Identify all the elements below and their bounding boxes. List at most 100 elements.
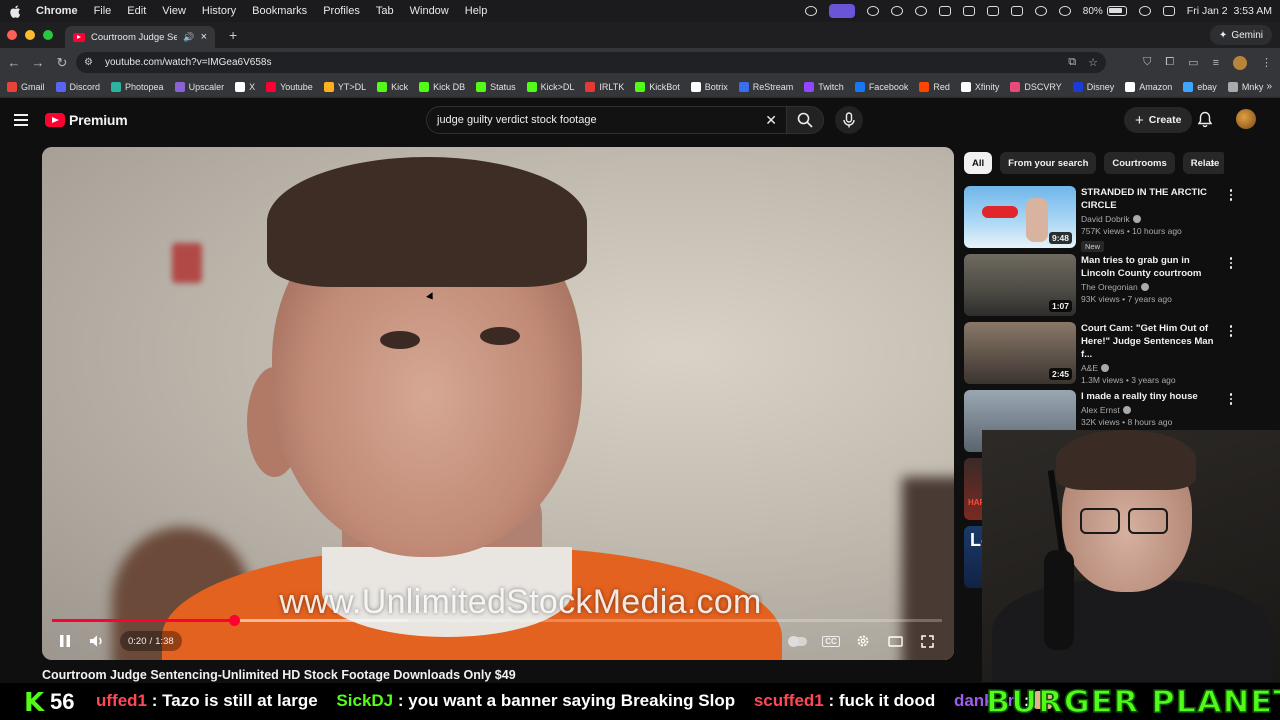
pause-button[interactable]	[54, 631, 76, 651]
extensions-puzzle-icon[interactable]: ⧠	[1165, 56, 1174, 69]
channel-name[interactable]: The Oregonian	[1081, 282, 1138, 292]
chip-related[interactable]: Relate	[1182, 152, 1224, 174]
bookmark-star-icon[interactable]: ☆	[1088, 56, 1098, 69]
gemini-button[interactable]: ✦ Gemini	[1209, 25, 1272, 45]
channel-name[interactable]: Alex Ernst	[1081, 405, 1120, 415]
chip-courtrooms[interactable]: Courtrooms	[1104, 152, 1175, 174]
menu-bookmarks[interactable]: Bookmarks	[252, 5, 307, 17]
bookmark-facebook[interactable]: Facebook	[854, 82, 908, 92]
fullscreen-button[interactable]	[914, 631, 940, 651]
close-tab-icon[interactable]: ×	[201, 31, 207, 43]
screen-record-icon[interactable]	[828, 4, 855, 18]
mute-button[interactable]	[86, 631, 108, 651]
camera-icon[interactable]	[986, 6, 999, 16]
bookmark-gmail[interactable]: Gmail	[7, 82, 45, 92]
bookmark-kick-dl[interactable]: Kick>DL	[526, 82, 574, 92]
progress-bar[interactable]	[52, 615, 942, 626]
autoplay-toggle[interactable]	[785, 631, 811, 651]
bookmark-kick-db[interactable]: Kick DB	[419, 82, 465, 92]
address-bar[interactable]: ⚙ youtube.com/watch?v=IMGea6V658s ⧉ ☆	[76, 52, 1106, 73]
menubar-clock[interactable]: Fri Jan 2 3:53 AM	[1187, 5, 1272, 17]
recommendation-title[interactable]: Man tries to grab gun in Lincoln County …	[1081, 254, 1219, 280]
scrubber-handle[interactable]	[228, 615, 240, 626]
play-icon[interactable]	[914, 6, 927, 16]
more-options-icon[interactable]	[1229, 257, 1232, 269]
tab-search-icon[interactable]: ≡	[1213, 57, 1219, 69]
back-button[interactable]: ←	[2, 55, 26, 70]
recommendation-item[interactable]: 1:07 Man tries to grab gun in Lincoln Cou…	[964, 254, 1240, 322]
new-tab-button[interactable]: +	[229, 27, 237, 43]
chip-all[interactable]: All	[964, 152, 993, 174]
bookmark-ebay[interactable]: ebay	[1183, 82, 1217, 92]
theater-mode-button[interactable]	[882, 631, 908, 651]
bookmark-mnky[interactable]: Mnky	[1227, 82, 1263, 92]
menu-history[interactable]: History	[202, 5, 236, 17]
bluetooth-icon[interactable]	[1034, 6, 1047, 16]
create-button[interactable]: + Create	[1124, 107, 1193, 133]
video-thumbnail[interactable]: 9:48	[964, 186, 1076, 248]
hamburger-menu-icon[interactable]	[14, 114, 28, 126]
menu-chrome[interactable]: Chrome	[36, 5, 78, 17]
menu-view[interactable]: View	[162, 5, 186, 17]
video-thumbnail[interactable]: 2:45	[964, 322, 1076, 384]
notifications-bell-icon[interactable]	[1197, 111, 1213, 133]
wifi-icon[interactable]	[1058, 6, 1071, 16]
apple-icon[interactable]	[10, 5, 24, 18]
bookmark-disney[interactable]: Disney	[1072, 82, 1114, 92]
install-app-icon[interactable]: ⧉	[1068, 56, 1076, 69]
bookmark-status[interactable]: Status	[476, 82, 516, 92]
video-player[interactable]: www.UnlimitedStockMedia.com 0:20 / 1:38 …	[42, 147, 954, 660]
zoom-window-button[interactable]	[43, 30, 53, 40]
weather-icon[interactable]	[866, 6, 879, 16]
volume-icon[interactable]	[938, 6, 951, 16]
more-options-icon[interactable]	[1229, 393, 1232, 405]
bookmark-xfinity[interactable]: Xfinity	[960, 82, 999, 92]
site-info-icon[interactable]: ⚙	[84, 57, 93, 68]
bookmark-yt-dl[interactable]: YT>DL	[323, 82, 366, 92]
menu-tab[interactable]: Tab	[376, 5, 394, 17]
bookmark-restream[interactable]: ReStream	[738, 82, 793, 92]
clear-search-icon[interactable]: ✕	[765, 112, 777, 129]
bookmark-youtube[interactable]: Youtube	[266, 82, 313, 92]
chevron-right-icon[interactable]: ›	[1210, 155, 1214, 170]
bookmark-amazon[interactable]: Amazon	[1125, 82, 1172, 92]
user-avatar[interactable]	[1236, 109, 1256, 129]
menu-edit[interactable]: Edit	[127, 5, 146, 17]
profile-avatar-icon[interactable]	[1233, 55, 1247, 70]
bookmark-irltk[interactable]: IRLTK	[585, 82, 624, 92]
close-window-button[interactable]	[7, 30, 17, 40]
tab-audio-icon[interactable]: 🔊	[183, 32, 194, 43]
spotlight-icon[interactable]	[1138, 6, 1151, 16]
captions-button[interactable]: CC	[818, 631, 844, 651]
bookmarks-overflow-icon[interactable]: »	[1266, 81, 1272, 92]
recommendation-title[interactable]: STRANDED IN THE ARCTIC CIRCLE	[1081, 186, 1219, 212]
bookmark-dscvry[interactable]: DSCVRY	[1010, 82, 1062, 92]
bookmark-twitch[interactable]: Twitch	[804, 82, 844, 92]
recommendation-title[interactable]: Court Cam: "Get Him Out of Here!" Judge …	[1081, 322, 1219, 361]
reload-button[interactable]: ↻	[50, 55, 74, 71]
recommendation-item[interactable]: 2:45 Court Cam: "Get Him Out of Here!" Ju…	[964, 322, 1240, 390]
recommendation-item[interactable]: 9:48 STRANDED IN THE ARCTIC CIRCLE David D…	[964, 186, 1240, 254]
bookmark-x[interactable]: X	[235, 82, 255, 92]
voice-search-button[interactable]	[835, 106, 863, 134]
menu-window[interactable]: Window	[410, 5, 449, 17]
search-input[interactable]: judge guilty verdict stock footage ✕	[426, 106, 788, 134]
menu-help[interactable]: Help	[465, 5, 488, 17]
bookmark-kick[interactable]: Kick	[377, 82, 408, 92]
channel-name[interactable]: David Dobrik	[1081, 214, 1130, 224]
side-panel-icon[interactable]: ▭	[1188, 56, 1198, 69]
channel-name[interactable]: A&E	[1081, 363, 1098, 373]
bookmark-kickbot[interactable]: KickBot	[635, 82, 680, 92]
chrome-menu-icon[interactable]: ⋮	[1261, 56, 1272, 69]
battery-indicator[interactable]: 80%	[1083, 6, 1127, 17]
bookmark-red[interactable]: Red	[919, 82, 950, 92]
shield-extension-icon[interactable]: ⛉	[1143, 56, 1151, 69]
status-app-icon[interactable]	[804, 6, 817, 16]
bookmark-botrix[interactable]: Botrix	[690, 82, 728, 92]
bookmark-upscaler[interactable]: Upscaler	[174, 82, 224, 92]
monitor-icon[interactable]	[1010, 6, 1023, 16]
video-thumbnail[interactable]: 1:07	[964, 254, 1076, 316]
menu-file[interactable]: File	[94, 5, 112, 17]
chip-from-your-search[interactable]: From your search	[1000, 152, 1097, 174]
more-options-icon[interactable]	[1229, 189, 1232, 201]
